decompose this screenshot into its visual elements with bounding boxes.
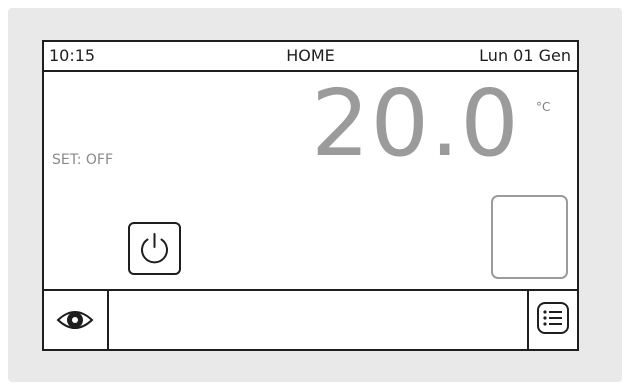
status-bar: 10:15 HOME Lun 01 Gen [44,42,577,72]
eye-icon [56,311,94,329]
power-button[interactable] [128,222,181,275]
view-button[interactable] [44,291,109,349]
temperature-readout: 20.0 [311,70,520,177]
menu-button[interactable] [527,291,577,349]
main-display: 20.0 °C SET: OFF [44,72,577,291]
mode-button[interactable] [491,195,568,279]
temperature-unit: °C [536,100,551,114]
bottom-bar [44,289,577,349]
message-area [109,291,527,349]
thermostat-screen: 10:15 HOME Lun 01 Gen 20.0 °C SET: OFF [42,40,579,351]
setpoint-label: SET: OFF [52,152,114,168]
status-date: Lun 01 Gen [479,46,571,65]
power-icon [141,233,168,264]
menu-list-icon [537,302,569,334]
